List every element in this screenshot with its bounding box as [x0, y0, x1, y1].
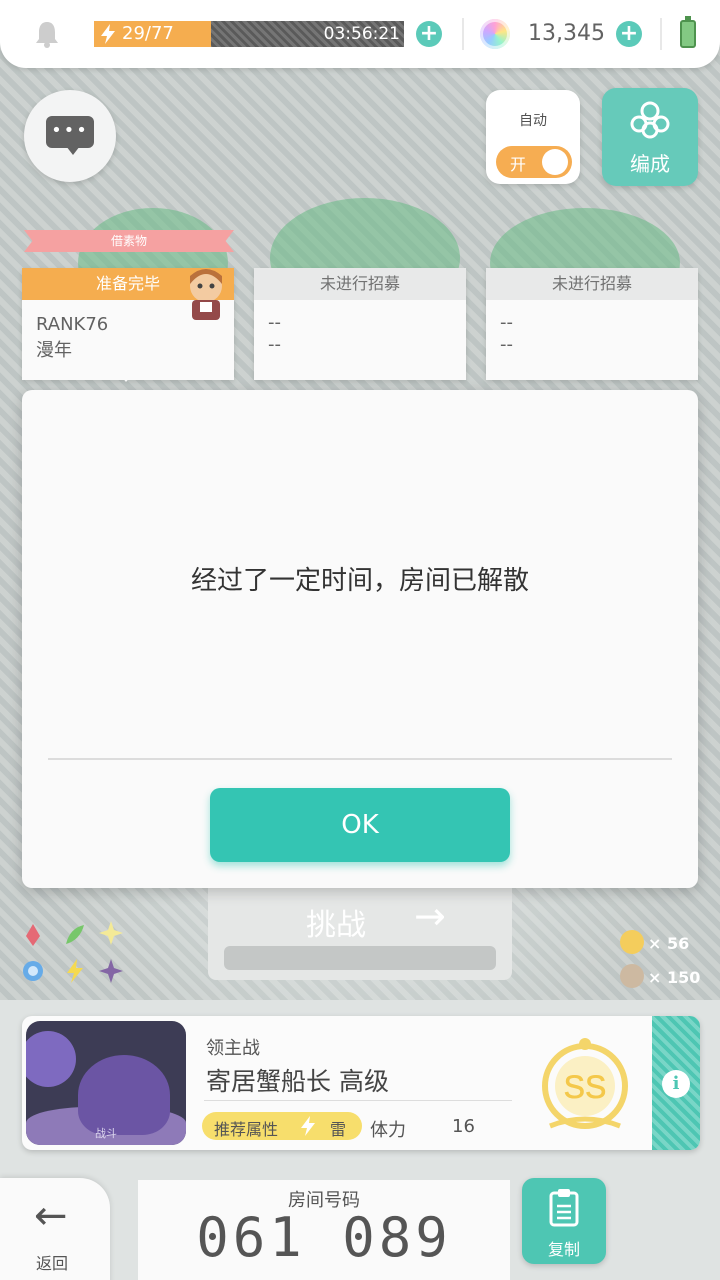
arrow-left-icon: ←	[34, 1193, 68, 1239]
dialog-divider	[48, 758, 672, 760]
boss-image-caption: 战斗	[95, 1127, 117, 1140]
boss-image: 战斗	[26, 1021, 186, 1145]
rank-label: SS	[564, 1069, 607, 1105]
thunder-element-icon	[301, 1116, 315, 1136]
copy-label: 复制	[547, 1240, 580, 1259]
info-strip: i	[652, 1016, 700, 1150]
back-button[interactable]: ← 返回	[0, 1178, 110, 1280]
room-number: 061 089	[196, 1206, 452, 1269]
rank-badge: SS	[542, 1038, 628, 1129]
boss-type: 领主战	[206, 1038, 260, 1059]
dialog: 经过了一定时间，房间已解散 OK	[22, 390, 698, 888]
stamina-cost-label: 体力	[370, 1120, 406, 1141]
boss-name: 寄居蟹船长 高级	[206, 1067, 389, 1096]
copy-button[interactable]: 复制	[522, 1178, 606, 1264]
ok-button[interactable]: OK	[210, 788, 510, 862]
back-label: 返回	[36, 1254, 69, 1273]
divider	[204, 1100, 512, 1101]
boss-card[interactable]: 战斗 领主战 寄居蟹船长 高级 推荐属性 雷 体力 16 SS i	[22, 1016, 700, 1150]
attribute-label: 推荐属性	[214, 1120, 279, 1139]
stamina-cost-value: 16	[452, 1116, 475, 1137]
dialog-message: 经过了一定时间，房间已解散	[190, 566, 529, 596]
clipboard-icon	[549, 1189, 579, 1227]
recommended-attribute: 推荐属性 雷	[202, 1112, 362, 1140]
room-number-panel: 房间号码 061 089	[138, 1180, 510, 1280]
attribute-element: 雷	[330, 1120, 347, 1139]
info-icon[interactable]: i	[662, 1070, 690, 1098]
